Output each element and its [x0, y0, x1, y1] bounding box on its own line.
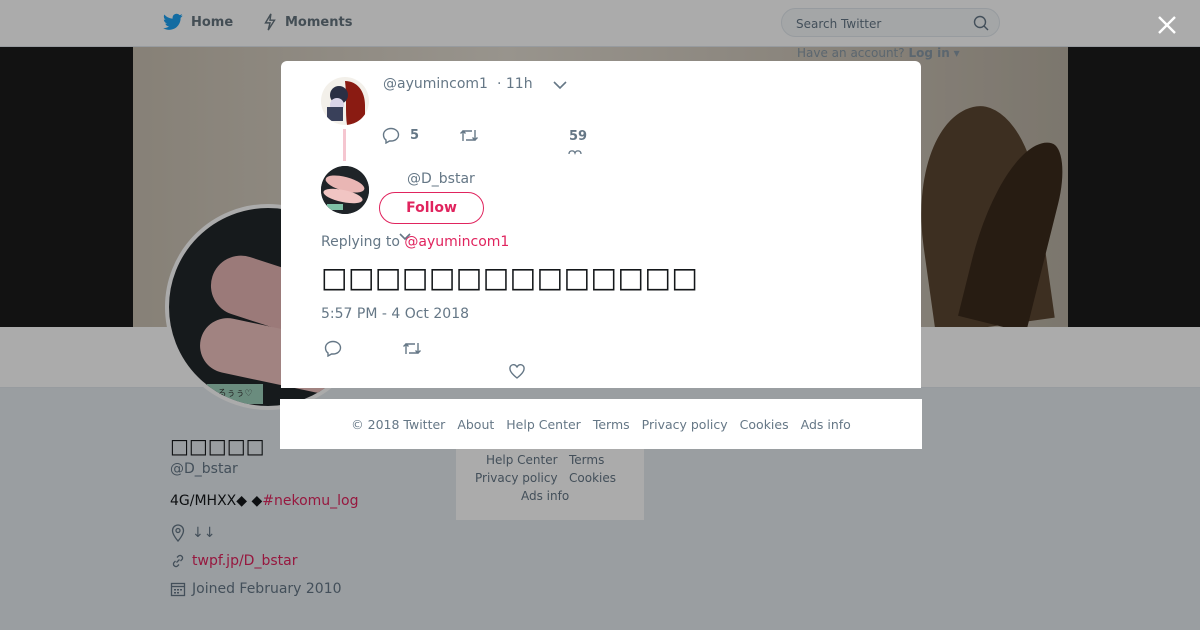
author-handle[interactable]: @D_bstar — [407, 171, 475, 187]
tweet-permalink-modal: @ayumincom1 · 11h 5 59 @D_bstar Follow R… — [281, 61, 921, 388]
retweet-icon[interactable] — [459, 128, 479, 143]
follow-button[interactable]: Follow — [379, 192, 484, 224]
chevron-down-icon[interactable] — [553, 80, 567, 90]
tweet-timestamp[interactable]: 5:57 PM - 4 Oct 2018 — [321, 306, 469, 322]
parent-time[interactable]: · 11h — [497, 76, 533, 92]
author-avatar[interactable] — [321, 166, 369, 214]
modal-footer: © 2018 Twitter About Help Center Terms P… — [280, 399, 922, 449]
footer-link-terms[interactable]: Terms — [593, 417, 630, 432]
replying-prefix: Replying to — [321, 234, 400, 250]
reply-icon — [382, 127, 400, 144]
footer-link-privacy[interactable]: Privacy policy — [642, 417, 728, 432]
parent-avatar[interactable] — [321, 77, 369, 125]
replying-to-link[interactable]: @ayumincom1 — [404, 234, 509, 250]
retweet-icon[interactable] — [402, 341, 422, 356]
footer-copyright: © 2018 Twitter — [351, 416, 446, 432]
thread-connector — [343, 129, 346, 161]
replying-to: Replying to @ayumincom1 — [321, 234, 509, 250]
footer-link-ads-info[interactable]: Ads info — [801, 417, 851, 432]
footer-link-cookies[interactable]: Cookies — [740, 417, 789, 432]
footer-link-about[interactable]: About — [457, 417, 494, 432]
reply-icon[interactable] — [324, 340, 342, 357]
heart-icon[interactable] — [568, 149, 582, 155]
parent-reply-action[interactable]: 5 — [382, 127, 419, 144]
parent-like-count[interactable]: 59 — [569, 129, 587, 144]
close-icon[interactable] — [1156, 14, 1178, 36]
heart-icon[interactable] — [509, 364, 525, 379]
parent-handle[interactable]: @ayumincom1 — [383, 76, 488, 92]
parent-reply-count: 5 — [410, 128, 420, 143]
footer-link-help-center[interactable]: Help Center — [506, 417, 581, 432]
tweet-text: □□□□□□□□□□□□□□ — [321, 261, 699, 294]
